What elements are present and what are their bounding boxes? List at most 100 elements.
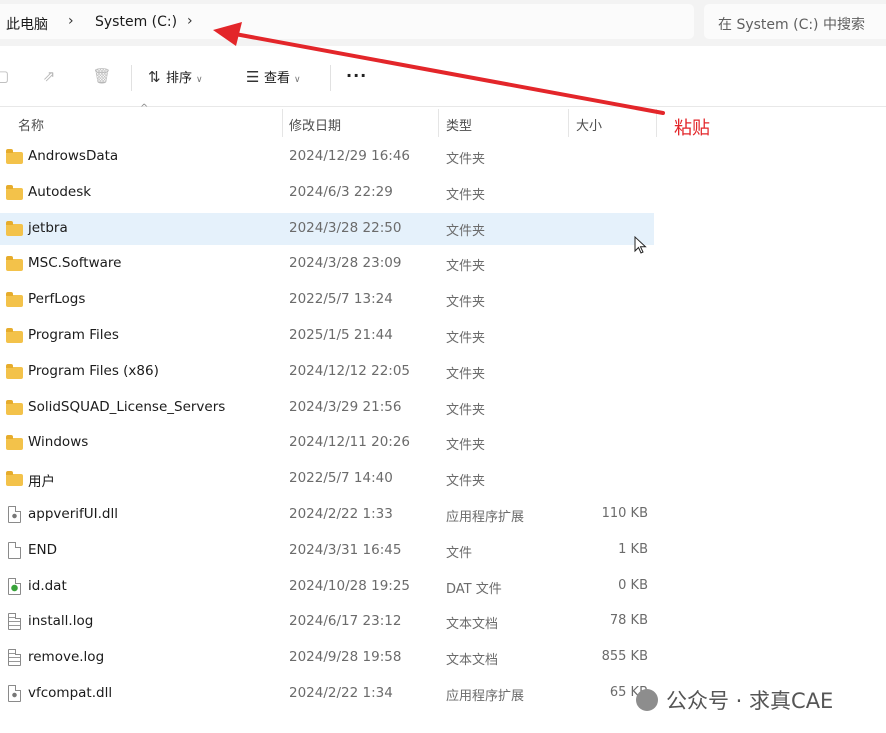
file-name: Program Files <box>28 327 119 343</box>
file-name: Program Files (x86) <box>28 362 159 379</box>
file-row[interactable]: PerfLogs 2022/5/7 13:24 文件夹 <box>0 284 654 316</box>
file-name: MSC.Software <box>28 255 122 272</box>
file-row[interactable]: remove.log 2024/9/28 19:58 文本文档 855 KB <box>0 642 654 674</box>
watermark: 公众号 · 求真CAE <box>636 685 833 715</box>
file-name: remove.log <box>28 649 105 666</box>
file-modified-date: 2024/12/29 16:46 <box>289 148 411 164</box>
file-row[interactable]: id.dat 2024/10/28 19:25 DAT 文件 0 KB <box>0 571 654 603</box>
mouse-cursor-icon <box>634 236 647 254</box>
file-row[interactable]: install.log 2024/6/17 23:12 文本文档 78 KB <box>0 606 654 638</box>
folder-icon <box>6 328 23 343</box>
file-modified-date: 2024/12/11 20:26 <box>289 434 411 451</box>
sort-icon: ⇅ <box>148 68 161 86</box>
file-row[interactable]: Program Files (x86) 2024/12/12 22:05 文件夹 <box>0 356 654 388</box>
toolbar-divider <box>131 65 132 91</box>
chevron-down-icon: ∨ <box>196 75 203 85</box>
view-button[interactable]: ☰ 查看 ∨ <box>246 67 301 86</box>
file-name: install.log <box>28 613 94 630</box>
command-bar: ▢ ⇗ 🗑 ⇅ 排序 ∨ ☰ 查看 ∨ ··· <box>0 47 886 107</box>
folder-icon <box>6 399 23 415</box>
wechat-logo-icon <box>636 689 658 711</box>
address-bar: 此电脑 › System (C:) › 在 System (C:) 中搜索 <box>0 0 886 46</box>
file-icon <box>8 541 21 559</box>
file-modified-date: 2024/2/22 1:33 <box>289 506 393 522</box>
chevron-right-icon[interactable]: › <box>187 13 193 29</box>
file-modified-date: 2024/6/17 23:12 <box>289 613 402 630</box>
file-type: 文件夹 <box>446 295 486 311</box>
file-modified-date: 2025/1/5 21:44 <box>289 327 393 343</box>
file-name: PerfLogs <box>28 291 86 308</box>
folder-icon <box>6 292 23 308</box>
file-type: 文件夹 <box>446 474 486 490</box>
file-size: 0 KB <box>618 577 648 593</box>
file-row[interactable]: Program Files 2025/1/5 21:44 文件夹 <box>0 320 654 352</box>
file-type: 文件夹 <box>446 438 486 454</box>
file-type: 文件夹 <box>446 402 486 418</box>
column-header-type[interactable]: 类型 <box>446 115 472 134</box>
file-name: appverifUI.dll <box>28 506 118 522</box>
folder-icon <box>6 363 23 379</box>
file-row[interactable]: jetbra 2024/3/28 22:50 文件夹 <box>0 212 654 245</box>
file-type: 文件夹 <box>446 187 486 203</box>
search-input[interactable]: 在 System (C:) 中搜索 <box>704 4 886 39</box>
file-modified-date: 2024/10/28 19:25 <box>289 577 411 594</box>
file-row[interactable]: appverifUI.dll 2024/2/22 1:33 应用程序扩展 110 KB <box>0 499 654 531</box>
column-header-size[interactable]: 大小 <box>576 115 602 134</box>
column-divider[interactable] <box>282 109 283 137</box>
breadcrumb[interactable]: 此电脑 › System (C:) › <box>0 4 694 39</box>
file-size: 78 KB <box>609 613 648 629</box>
search-placeholder: 在 System (C:) 中搜索 <box>718 17 865 33</box>
file-modified-date: 2024/2/22 1:34 <box>289 685 393 701</box>
file-modified-date: 2024/3/31 16:45 <box>289 541 402 558</box>
folder-icon <box>6 435 23 451</box>
file-type: 文件夹 <box>446 366 486 382</box>
column-divider[interactable] <box>656 109 657 137</box>
file-row[interactable]: AndrowsData 2024/12/29 16:46 文件夹 <box>0 141 654 173</box>
folder-icon <box>6 149 23 164</box>
sort-ascending-icon: ^ <box>140 103 149 114</box>
delete-icon[interactable]: 🗑 <box>92 66 112 86</box>
sort-button[interactable]: ⇅ 排序 ∨ <box>148 67 203 86</box>
column-divider[interactable] <box>568 109 569 137</box>
file-row[interactable]: Windows 2024/12/11 20:26 文件夹 <box>0 427 654 459</box>
file-type: 文件 <box>446 545 473 561</box>
file-name: Windows <box>28 434 89 451</box>
file-row[interactable]: MSC.Software 2024/3/28 23:09 文件夹 <box>0 248 654 280</box>
chevron-down-icon: ∨ <box>294 75 301 85</box>
dll-file-icon <box>8 506 21 523</box>
column-header-name[interactable]: 名称 <box>18 115 44 134</box>
file-modified-date: 2024/12/12 22:05 <box>289 362 411 379</box>
file-modified-date: 2024/9/28 19:58 <box>289 649 402 666</box>
folder-icon <box>6 256 23 272</box>
file-name: SolidSQUAD_License_Servers <box>28 398 226 415</box>
folder-icon <box>6 220 23 236</box>
file-type: 文本文档 <box>446 617 499 633</box>
file-name: END <box>28 541 58 558</box>
file-name: jetbra <box>28 219 68 236</box>
share-icon[interactable]: ⇗ <box>39 66 59 86</box>
file-type: 文件夹 <box>446 223 486 239</box>
breadcrumb-this-pc[interactable]: 此电脑 <box>6 14 48 34</box>
breadcrumb-system-c[interactable]: System (C:) <box>95 14 177 30</box>
file-row[interactable]: SolidSQUAD_License_Servers 2024/3/29 21:5… <box>0 392 654 424</box>
column-header-modified[interactable]: 修改日期 <box>289 115 341 134</box>
file-name: vfcompat.dll <box>28 685 113 701</box>
file-type: DAT 文件 <box>446 581 502 597</box>
folder-icon <box>6 471 23 487</box>
text-file-icon <box>8 613 21 631</box>
file-name: AndrowsData <box>28 148 119 164</box>
column-divider[interactable] <box>438 109 439 137</box>
file-row[interactable]: Autodesk 2024/6/3 22:29 文件夹 <box>0 177 654 209</box>
file-type: 应用程序扩展 <box>446 510 525 525</box>
copy-icon[interactable]: ▢ <box>0 66 12 86</box>
file-type: 应用程序扩展 <box>446 689 525 704</box>
file-size: 110 KB <box>601 506 648 521</box>
file-row[interactable]: vfcompat.dll 2024/2/22 1:34 应用程序扩展 65 KB <box>0 678 654 710</box>
dat-file-icon <box>8 577 21 595</box>
file-row[interactable]: 用户 2022/5/7 14:40 文件夹 <box>0 463 654 495</box>
file-name: 用户 <box>28 474 55 491</box>
toolbar-divider <box>330 65 331 91</box>
chevron-right-icon[interactable]: › <box>68 13 74 29</box>
file-row[interactable]: END 2024/3/31 16:45 文件 1 KB <box>0 535 654 567</box>
more-options-button[interactable]: ··· <box>346 66 367 85</box>
